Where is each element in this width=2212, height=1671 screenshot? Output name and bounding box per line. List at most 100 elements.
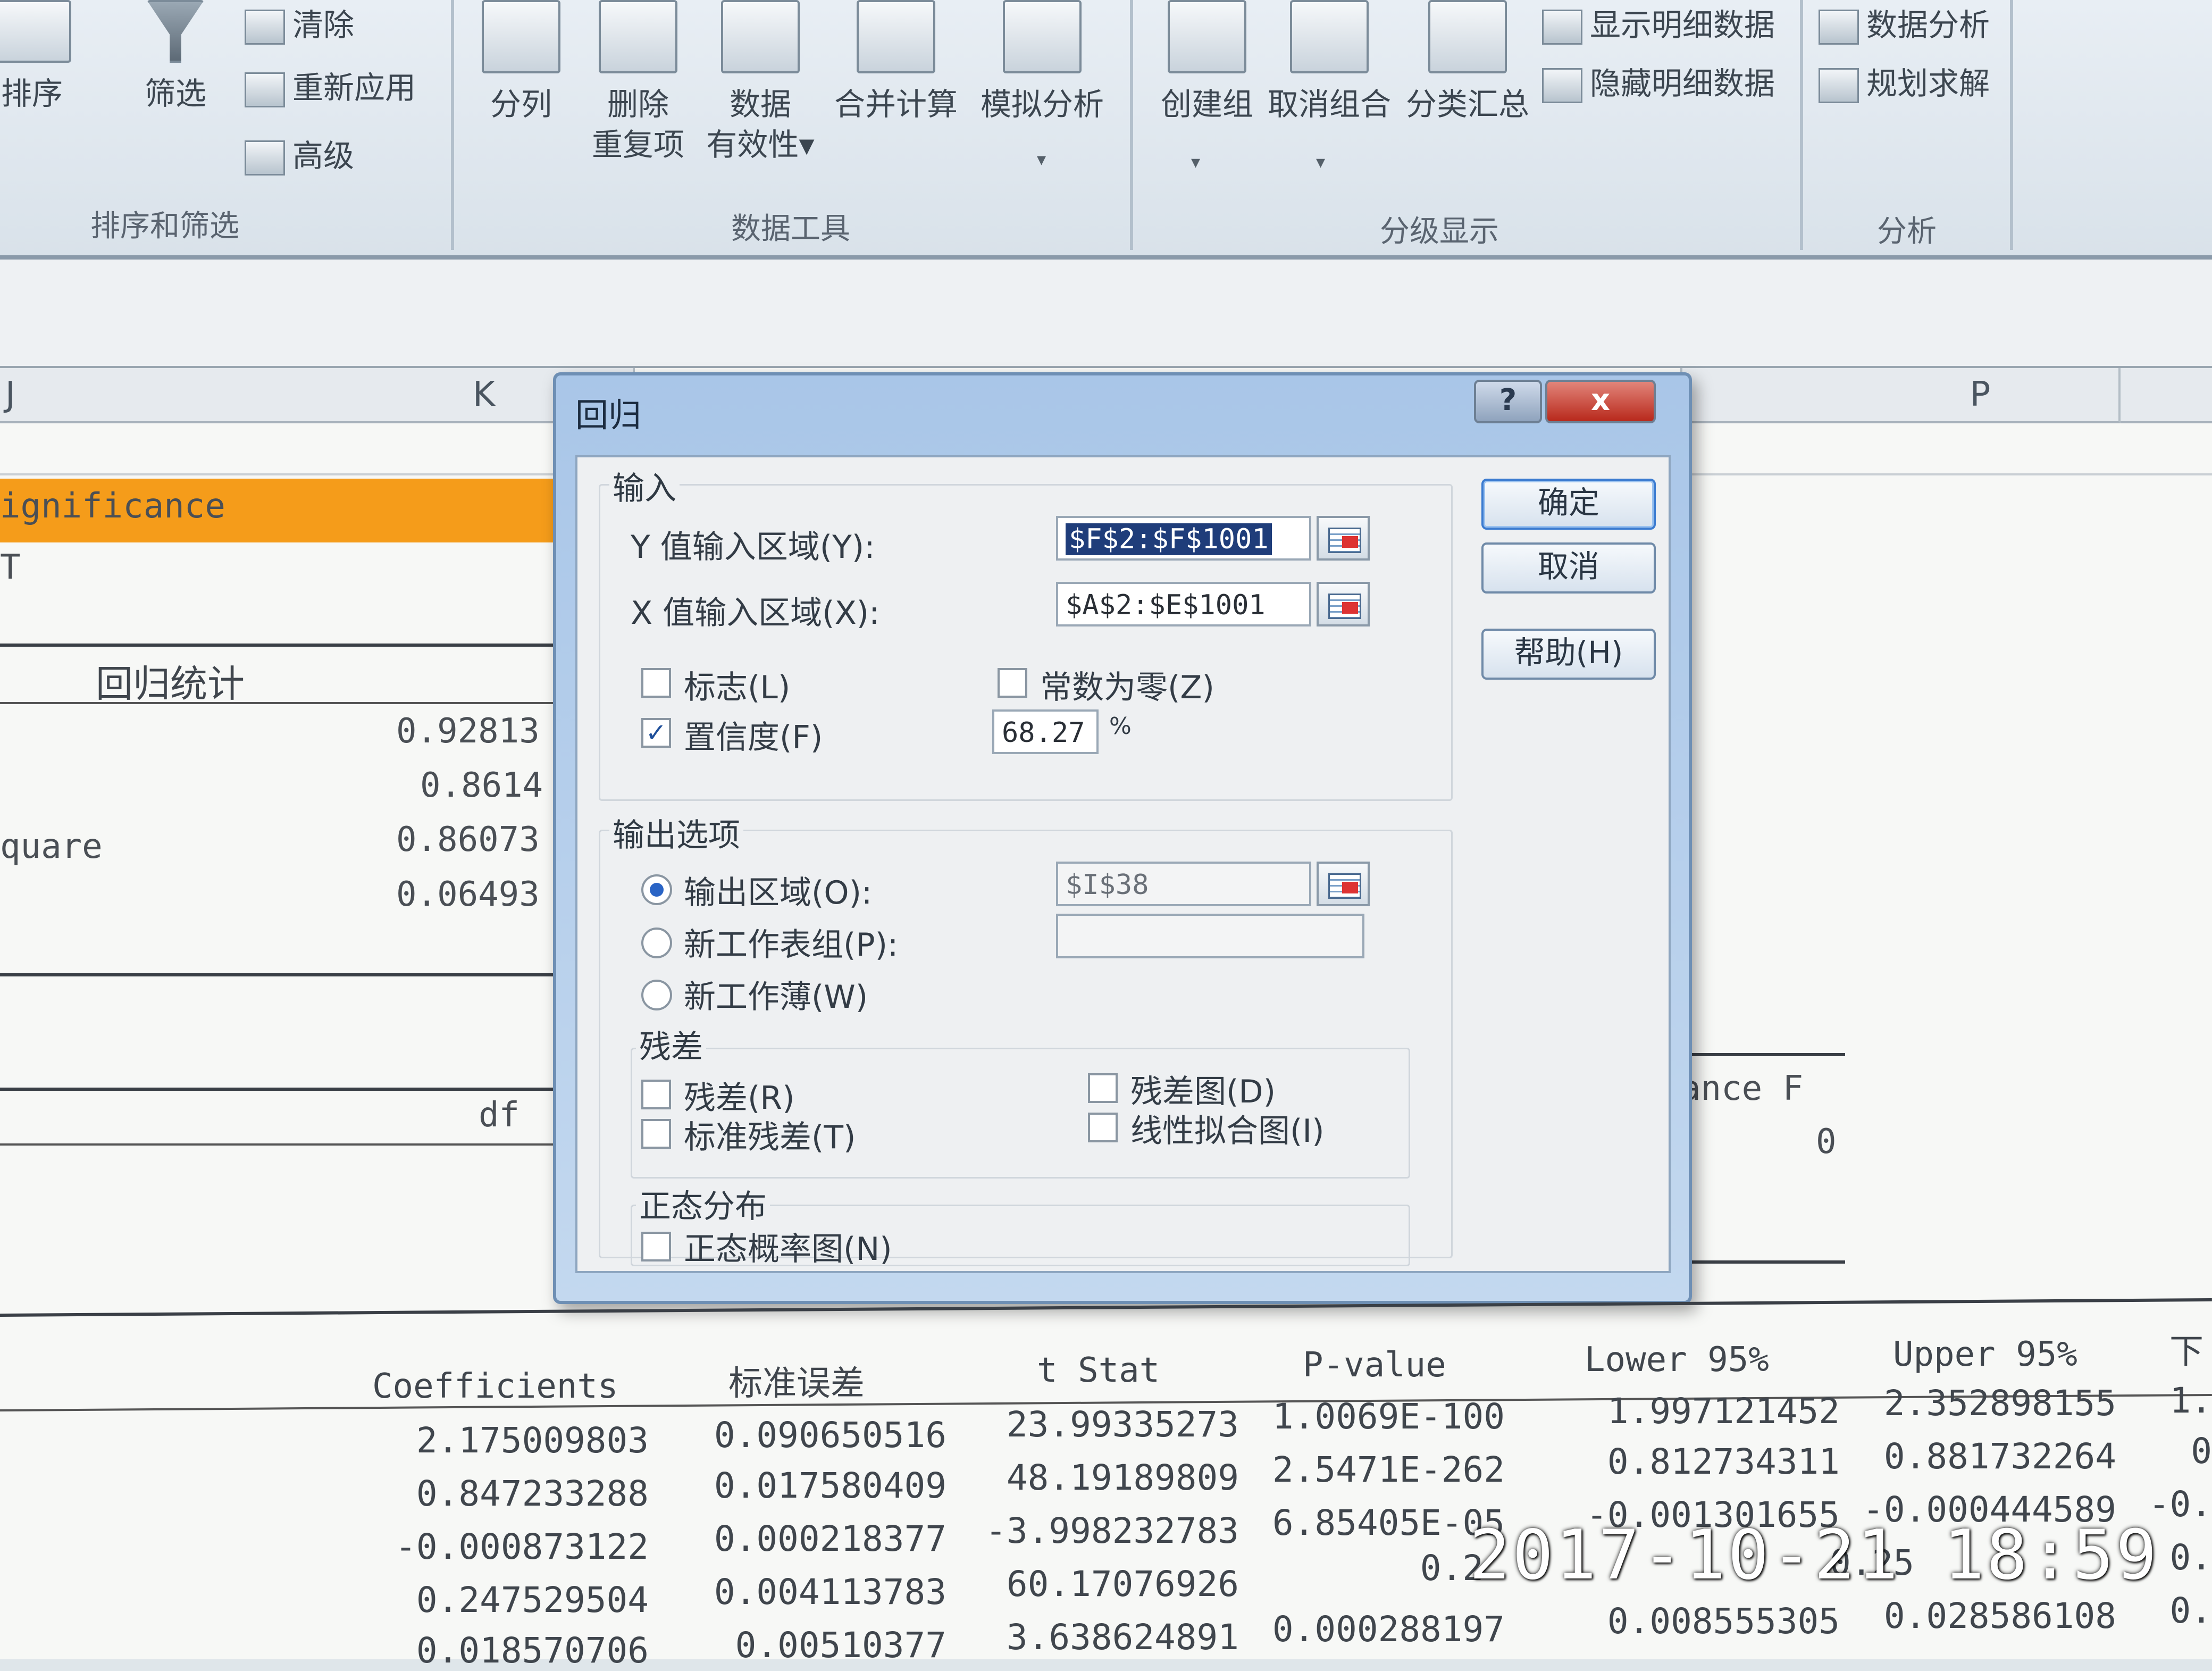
residual-plots-checkbox[interactable] xyxy=(1088,1073,1118,1103)
table-cell[interactable]: 0.018570706 xyxy=(416,1630,649,1671)
table-cell[interactable]: 1.997121452 xyxy=(1607,1391,1840,1432)
help-button[interactable]: 帮助(H) xyxy=(1481,629,1656,680)
labels-checkbox[interactable] xyxy=(641,668,671,698)
coef-header-std-error[interactable]: 标准误差 xyxy=(728,1356,865,1405)
table-cell[interactable]: 60.17076926 xyxy=(1007,1564,1239,1605)
coef-header-coefficients[interactable]: Coefficients xyxy=(372,1367,618,1406)
show-detail-button[interactable]: 显示明细数据 xyxy=(1542,0,1775,45)
table-cell[interactable]: 0.000288197 xyxy=(1272,1609,1505,1650)
output-range-radio[interactable] xyxy=(641,874,672,905)
table-cell[interactable]: 0.812734311 xyxy=(1607,1441,1840,1482)
table-cell[interactable]: 0.881732264 xyxy=(1884,1436,2116,1477)
stat-value[interactable]: 0.86073 xyxy=(396,820,540,859)
consolidate-button[interactable]: 合并计算 xyxy=(830,0,962,124)
reapply-button[interactable]: 重新应用 xyxy=(245,63,416,107)
table-cell[interactable]: 48.19189809 xyxy=(1007,1457,1239,1498)
output-range-input[interactable]: $I$38 xyxy=(1056,862,1311,906)
chevron-down-icon[interactable]: ▾ xyxy=(1316,152,1325,173)
column-header-j[interactable]: J xyxy=(0,368,337,423)
residuals-checkbox[interactable] xyxy=(641,1080,671,1109)
column-header-q[interactable] xyxy=(2121,368,2212,423)
new-sheet-radio[interactable] xyxy=(641,928,672,958)
table-cell[interactable]: 1. xyxy=(2170,1380,2212,1421)
table-cell[interactable]: -3.998232783 xyxy=(985,1510,1239,1551)
subtotal-button[interactable]: 分类汇总 xyxy=(1404,0,1531,124)
confidence-input[interactable]: 68.27 xyxy=(992,709,1099,754)
r-square-label[interactable]: quare xyxy=(0,827,103,866)
sort-button[interactable]: 排序 xyxy=(0,0,74,114)
significance-f-value[interactable]: 0 xyxy=(1816,1122,1837,1162)
chevron-down-icon[interactable]: ▾ xyxy=(1037,149,1046,170)
close-icon[interactable]: x xyxy=(1545,380,1656,423)
group-label-outline: 分级显示 xyxy=(1380,214,1499,249)
column-header-p[interactable]: P xyxy=(1842,368,2121,423)
table-cell[interactable]: 0.090650516 xyxy=(714,1415,946,1456)
table-rule xyxy=(0,1143,564,1146)
table-cell[interactable]: 0.000218377 xyxy=(714,1518,946,1559)
table-cell[interactable]: 23.99335273 xyxy=(1007,1404,1239,1445)
group-button[interactable]: 创建组 xyxy=(1149,0,1266,124)
ungroup-button[interactable]: 取消组合 xyxy=(1266,0,1393,124)
help-icon[interactable]: ? xyxy=(1474,380,1542,423)
df-header[interactable]: df xyxy=(479,1096,520,1135)
stat-value[interactable]: 0.8614 xyxy=(420,766,543,805)
new-sheet-input[interactable] xyxy=(1056,914,1364,958)
table-cell[interactable]: 0.247529504 xyxy=(416,1580,649,1620)
table-cell[interactable]: 0. xyxy=(2170,1590,2212,1631)
hide-detail-button[interactable]: 隐藏明细数据 xyxy=(1542,59,1775,103)
x-range-input[interactable]: $A$2:$E$1001 xyxy=(1056,582,1311,626)
significance-cell[interactable]: ignificance xyxy=(0,487,225,526)
remove-dup-label-2: 重复项 xyxy=(591,127,684,163)
table-cell[interactable]: 0.028586108 xyxy=(1884,1595,2116,1636)
new-workbook-radio[interactable] xyxy=(641,980,672,1010)
what-if-analysis-button[interactable]: 模拟分析 xyxy=(973,0,1111,124)
range-picker-icon[interactable] xyxy=(1317,582,1370,626)
line-fit-plots-checkbox[interactable] xyxy=(1088,1113,1118,1142)
coef-header-lower-95[interactable]: Lower 95% xyxy=(1585,1340,1769,1380)
data-validation-button[interactable]: 数据 有效性▾ xyxy=(702,0,819,165)
standard-residuals-checkbox[interactable] xyxy=(641,1119,671,1149)
column-header-o[interactable] xyxy=(1680,368,1844,423)
remove-duplicates-button[interactable]: 删除 重复项 xyxy=(585,0,691,165)
coef-header-lower-cut[interactable]: 下 xyxy=(2169,1324,2203,1373)
table-cell[interactable]: 0.00510377 xyxy=(735,1625,946,1666)
coef-header-p-value[interactable]: P-value xyxy=(1303,1346,1446,1385)
confidence-checkbox[interactable]: ✓ xyxy=(641,718,671,748)
group-rows-icon xyxy=(1168,0,1246,73)
coef-header-upper-95[interactable]: Upper 95% xyxy=(1893,1335,2077,1374)
solver-button[interactable]: 规划求解 xyxy=(1819,59,1990,103)
table-cell[interactable]: 0.008555305 xyxy=(1607,1601,1840,1642)
text-to-columns-button[interactable]: 分列 xyxy=(468,0,574,124)
table-cell[interactable]: 0.847233288 xyxy=(416,1473,649,1514)
what-if-icon xyxy=(1003,0,1082,73)
chevron-down-icon[interactable]: ▾ xyxy=(1191,152,1200,173)
clear-filter-icon xyxy=(245,9,285,45)
data-analysis-button[interactable]: 数据分析 xyxy=(1819,0,1990,45)
significance-f-header[interactable]: ance F xyxy=(1680,1069,1803,1108)
table-cell[interactable]: 3.638624891 xyxy=(1007,1617,1239,1658)
stat-value[interactable]: 0.92813 xyxy=(396,712,540,751)
table-cell[interactable]: 0.017580409 xyxy=(714,1465,946,1506)
constant-zero-checkbox[interactable] xyxy=(998,668,1027,698)
table-cell[interactable]: 0.004113783 xyxy=(714,1572,946,1612)
ok-button[interactable]: 确定 xyxy=(1481,479,1656,530)
range-picker-icon[interactable] xyxy=(1317,516,1370,561)
table-cell[interactable]: -0.000873122 xyxy=(395,1526,649,1567)
table-cell[interactable]: 2.5471E-262 xyxy=(1272,1449,1505,1490)
table-cell[interactable]: 2.175009803 xyxy=(416,1420,649,1461)
table-cell[interactable]: 0 xyxy=(2191,1431,2212,1472)
t-cell[interactable]: T xyxy=(0,548,21,587)
filter-button[interactable]: 筛选 xyxy=(122,0,229,114)
table-cell[interactable]: 1.0069E-100 xyxy=(1272,1396,1505,1437)
clear-button[interactable]: 清除 xyxy=(245,0,354,45)
stat-value[interactable]: 0.06493 xyxy=(396,875,540,914)
advanced-button[interactable]: 高级 xyxy=(245,131,354,176)
table-rule xyxy=(0,702,564,704)
table-cell[interactable]: 2.352898155 xyxy=(1884,1383,2116,1424)
table-cell[interactable]: 0. xyxy=(2170,1537,2212,1578)
normal-probability-checkbox[interactable] xyxy=(641,1232,671,1261)
coef-header-t-stat[interactable]: t Stat xyxy=(1037,1351,1160,1390)
cancel-button[interactable]: 取消 xyxy=(1481,542,1656,594)
range-picker-icon[interactable] xyxy=(1317,862,1370,906)
y-range-input[interactable]: $F$2:$F$1001 xyxy=(1056,516,1311,561)
